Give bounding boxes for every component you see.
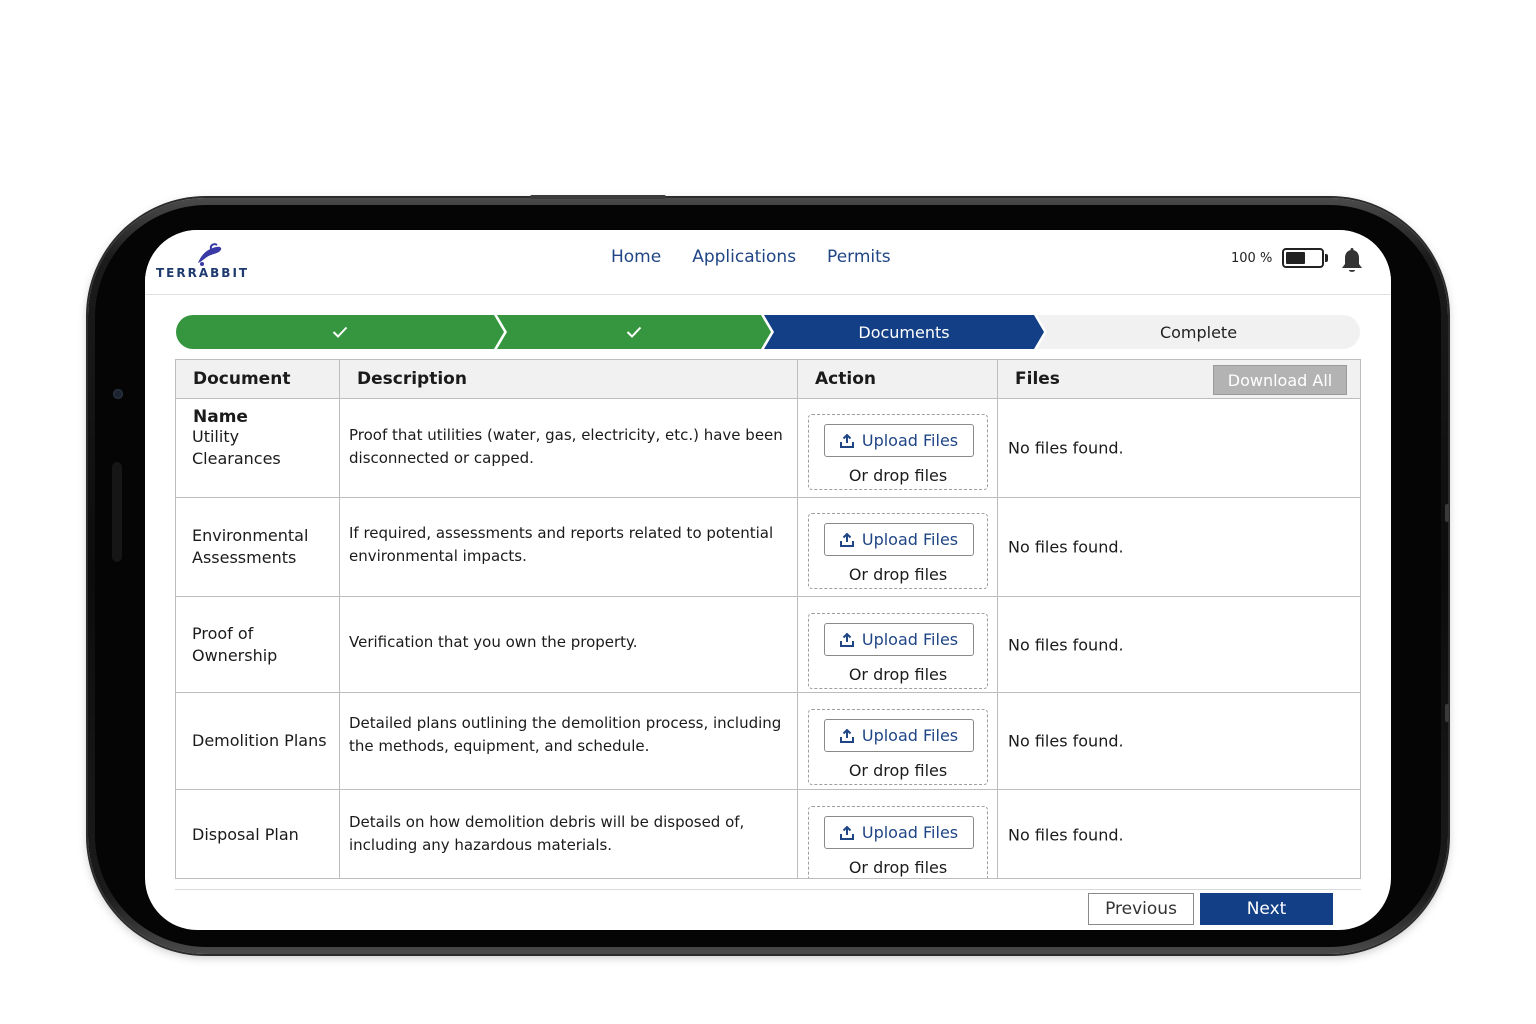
battery-icon (1282, 248, 1329, 268)
file-drop-zone[interactable]: Upload Files Or drop files (808, 613, 988, 689)
step-documents-current[interactable]: Documents (764, 315, 1044, 349)
file-drop-zone[interactable]: Upload Files Or drop files (808, 806, 988, 878)
step-label: Complete (1159, 322, 1238, 342)
file-drop-zone[interactable]: Upload Files Or drop files (808, 414, 988, 490)
header-files: Files (1015, 369, 1060, 389)
upload-files-label: Upload Files (861, 530, 959, 549)
status-area: 100 % (1231, 248, 1329, 268)
upload-icon (839, 532, 854, 547)
header-document-name: Document Name (193, 369, 291, 427)
files-status: No files found. (1008, 635, 1124, 654)
bezel-sensor (112, 462, 122, 562)
upload-files-button[interactable]: Upload Files (824, 424, 974, 457)
battery-level (1286, 252, 1306, 264)
files-status: No files found. (1008, 537, 1124, 557)
upload-files-label: Upload Files (861, 431, 959, 450)
document-description: If required, assessments and reports rel… (349, 524, 774, 565)
file-drop-zone[interactable]: Upload Files Or drop files (808, 709, 988, 785)
documents-table: Document Name Description Action Files D… (175, 359, 1361, 879)
rabbit-logo-icon (198, 243, 222, 266)
upload-icon (839, 433, 854, 448)
nav-home[interactable]: Home (611, 247, 661, 267)
step-1-completed[interactable] (176, 315, 504, 349)
upload-files-button[interactable]: Upload Files (824, 523, 974, 556)
files-status: No files found. (1008, 731, 1124, 751)
column-divider (797, 360, 798, 878)
upload-icon (839, 632, 854, 647)
brand-name: TERRABBIT (156, 266, 250, 280)
table-row: Disposal Plan Details on how demolition d… (176, 790, 1360, 878)
document-description: Verification that you own the property. (349, 633, 638, 651)
power-button (530, 195, 666, 199)
file-drop-zone[interactable]: Upload Files Or drop files (808, 513, 988, 589)
upload-files-label: Upload Files (861, 823, 959, 842)
terrabbit-logo[interactable]: TERRABBIT (156, 243, 248, 283)
drop-files-hint: Or drop files (848, 565, 948, 584)
progress-stepper: Documents Complete (176, 315, 1360, 349)
table-row: Environmental Assessments If required, as… (176, 498, 1360, 597)
files-status: No files found. (1008, 438, 1124, 457)
document-name: Proof of Ownership (192, 623, 278, 665)
step-complete[interactable]: Complete (1037, 315, 1360, 349)
step-2-completed[interactable] (497, 315, 771, 349)
table-row: Proof of Ownership Verification that you … (176, 597, 1360, 693)
table-header: Document Name Description Action Files D… (176, 360, 1360, 427)
header-action: Action (815, 369, 876, 389)
battery-percentage: 100 % (1231, 250, 1273, 266)
column-divider (339, 360, 340, 878)
check-icon (626, 326, 642, 338)
upload-files-label: Upload Files (861, 726, 959, 745)
step-label: Documents (858, 322, 950, 342)
drop-files-hint: Or drop files (848, 761, 948, 780)
top-bar: TERRABBIT Home Applications Permits 100 … (145, 230, 1391, 295)
upload-icon (839, 825, 854, 840)
document-name: Demolition Plans (192, 731, 327, 750)
check-icon (332, 326, 348, 338)
drop-files-hint: Or drop files (848, 665, 948, 684)
nav-applications[interactable]: Applications (692, 247, 796, 267)
nav-permits[interactable]: Permits (827, 247, 891, 267)
volume-button (1445, 504, 1449, 522)
files-status: No files found. (1008, 825, 1124, 844)
upload-files-button[interactable]: Upload Files (824, 623, 974, 656)
drop-files-hint: Or drop files (848, 858, 948, 877)
table-row: Utility Clearances Proof that utilities (… (176, 398, 1360, 498)
column-divider (997, 360, 998, 878)
upload-files-button[interactable]: Upload Files (824, 719, 974, 752)
document-name: Utility Clearances (192, 426, 281, 468)
document-name: Environmental Assessments (192, 526, 309, 567)
volume-button (1445, 704, 1449, 722)
download-all-button[interactable]: Download All (1213, 365, 1347, 395)
main-nav: Home Applications Permits (611, 247, 891, 267)
app-screen: TERRABBIT Home Applications Permits 100 … (145, 230, 1391, 930)
document-description: Proof that utilities (water, gas, electr… (349, 426, 783, 467)
upload-files-button[interactable]: Upload Files (824, 816, 974, 849)
document-description: Detailed plans outlining the demolition … (349, 714, 782, 755)
document-description: Details on how demolition debris will be… (349, 813, 745, 854)
drop-files-hint: Or drop files (848, 466, 948, 485)
upload-files-label: Upload Files (861, 630, 959, 649)
footer-divider (175, 889, 1361, 890)
front-camera (113, 389, 123, 399)
upload-icon (839, 728, 854, 743)
notification-bell-icon[interactable] (1340, 248, 1364, 274)
table-row: Demolition Plans Detailed plans outlining… (176, 693, 1360, 790)
previous-button[interactable]: Previous (1088, 893, 1194, 925)
document-name: Disposal Plan (192, 824, 299, 844)
next-button[interactable]: Next (1200, 893, 1333, 925)
header-description: Description (357, 369, 467, 389)
